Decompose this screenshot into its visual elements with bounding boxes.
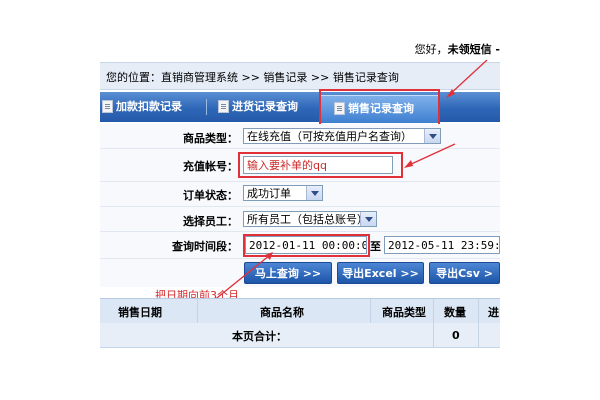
table-header: 销售日期 商品名称 商品类型 数量 进 [100, 298, 500, 324]
column-divider [197, 299, 198, 323]
column-divider [370, 299, 371, 323]
header-sale-date: 销售日期 [118, 306, 162, 319]
table-subtotal-row: 本页合计： 0 [100, 323, 500, 348]
arrow-to-account [406, 143, 456, 167]
column-divider [433, 299, 434, 323]
header-purchase-truncated: 进 [488, 306, 499, 319]
header-quantity: 数量 [444, 306, 466, 319]
header-product-type: 商品类型 [382, 306, 426, 319]
arrow-to-tab [447, 59, 488, 97]
arrowhead-account [404, 160, 413, 168]
column-divider [478, 323, 479, 347]
header-product-name: 商品名称 [260, 306, 304, 319]
column-divider [433, 323, 434, 347]
subtotal-label: 本页合计： [232, 330, 287, 343]
subtotal-quantity: 0 [452, 329, 460, 342]
column-divider [478, 299, 479, 323]
